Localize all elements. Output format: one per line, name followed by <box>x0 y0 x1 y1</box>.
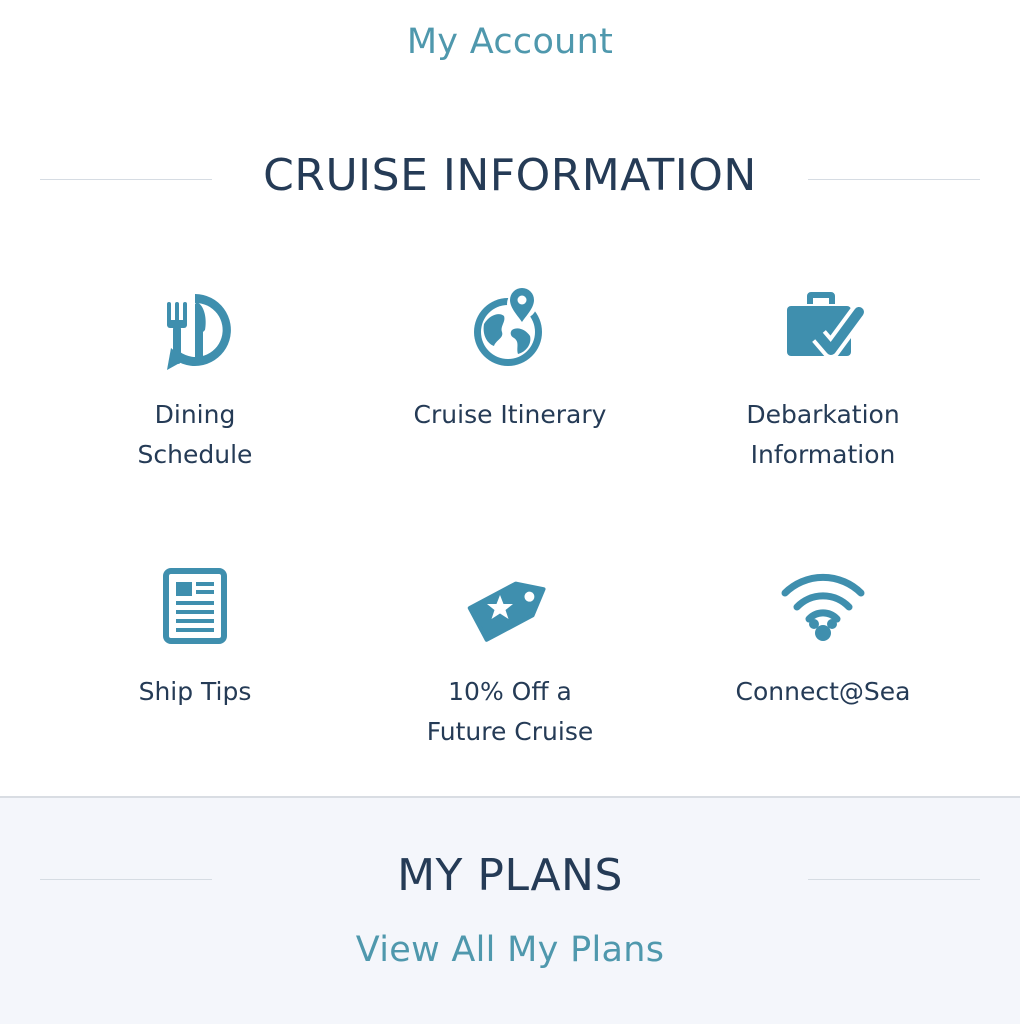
globe-pin-icon <box>460 280 560 380</box>
tile-label: Connect@Sea <box>673 672 973 712</box>
tile-label-line1: Debarkation <box>746 400 900 429</box>
divider-left <box>40 879 212 880</box>
divider-left <box>40 179 212 180</box>
tile-label-line1: Ship Tips <box>138 677 252 706</box>
tile-label-line1: Dining <box>154 400 236 429</box>
tile-label: Ship Tips <box>45 672 345 712</box>
tile-label-line2: Schedule <box>137 440 253 469</box>
divider-right <box>808 879 980 880</box>
suitcase-check-icon <box>773 280 873 380</box>
tile-label-line2: Future Cruise <box>426 717 594 746</box>
my-plans-section: MY PLANS View All My Plans <box>0 796 1020 1024</box>
tile-label: Debarkation Information <box>673 395 973 475</box>
divider-right <box>808 179 980 180</box>
tile-label-line1: 10% Off a <box>448 677 572 706</box>
screen: My Account CRUISE INFORMATION Dining Sch… <box>0 0 1020 1024</box>
tile-label-line1: Cruise Itinerary <box>413 400 607 429</box>
section-title: MY PLANS <box>397 850 623 901</box>
newspaper-icon <box>145 557 245 657</box>
tile-label: Dining Schedule <box>45 395 345 475</box>
cruise-information-header: CRUISE INFORMATION <box>0 150 1020 210</box>
tile-label-line2: Information <box>750 440 896 469</box>
cruise-information-section: My Account CRUISE INFORMATION Dining Sch… <box>0 0 1020 796</box>
tile-label-line1: Connect@Sea <box>735 677 911 706</box>
my-plans-header: MY PLANS <box>0 850 1020 910</box>
star-tag-icon <box>460 557 560 657</box>
tile-label: 10% Off a Future Cruise <box>360 672 660 752</box>
dining-schedule-icon <box>145 280 245 380</box>
section-title: CRUISE INFORMATION <box>263 150 757 201</box>
wifi-mickey-icon <box>773 557 873 657</box>
view-all-plans-link[interactable]: View All My Plans <box>0 930 1020 970</box>
tile-label: Cruise Itinerary <box>360 395 660 435</box>
my-account-link[interactable]: My Account <box>0 22 1020 62</box>
